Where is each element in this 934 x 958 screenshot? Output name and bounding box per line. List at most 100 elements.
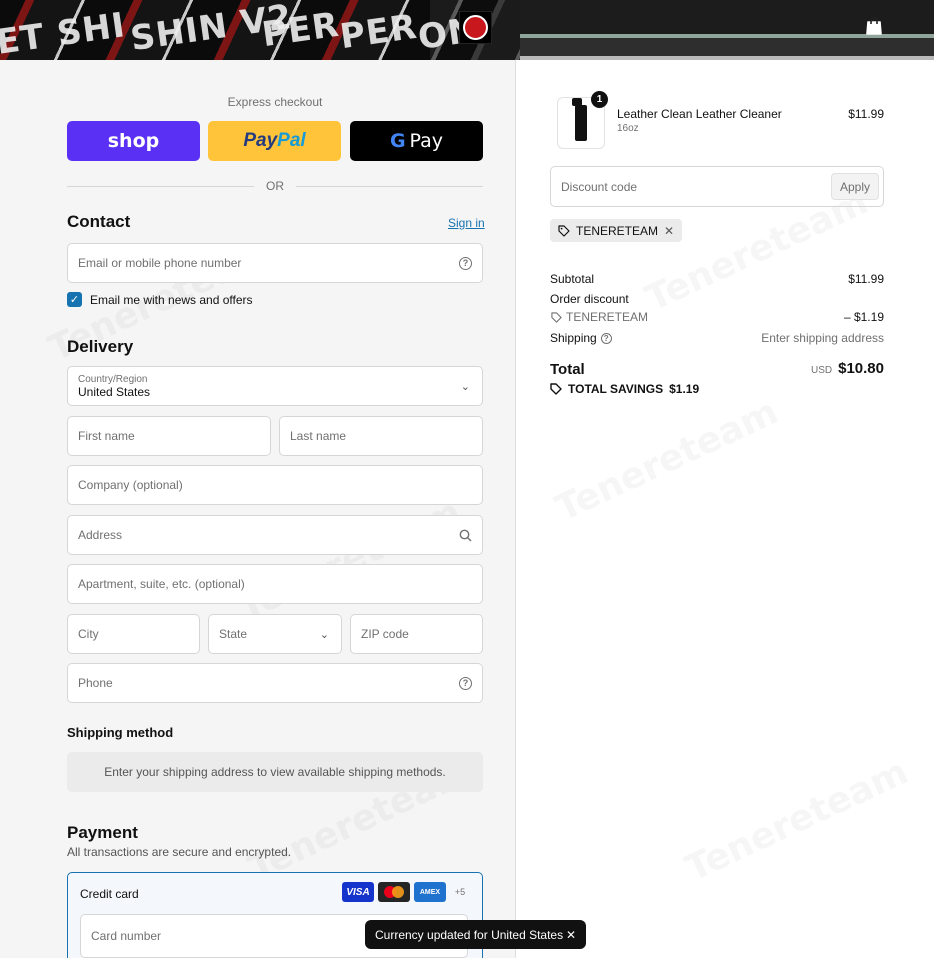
zip-placeholder: ZIP code — [361, 627, 409, 641]
payment-heading: Payment — [67, 823, 138, 842]
newsletter-checkbox-row[interactable]: ✓ Email me with news and offers — [67, 292, 253, 307]
subtotal-label: Subtotal — [550, 272, 595, 286]
currency-toast: Currency updated for United States ✕ — [365, 920, 586, 949]
help-icon[interactable]: ? — [459, 676, 472, 690]
company-placeholder: Company (optional) — [78, 478, 183, 492]
country-caption: Country/Region — [78, 373, 148, 385]
sign-in-link[interactable]: Sign in — [448, 216, 485, 230]
google-pay-label: Pay — [409, 130, 444, 152]
total-value: $10.80 — [838, 360, 884, 377]
savings-label: TOTAL SAVINGS — [568, 382, 664, 396]
search-icon — [459, 529, 472, 542]
checkout-form-column: Tenereteam Tenereteam Tenereteam Express… — [0, 60, 516, 958]
newsletter-checkbox[interactable]: ✓ — [67, 292, 82, 307]
savings-value: $1.19 — [669, 382, 700, 396]
subtotal-row: Subtotal $11.99 — [550, 272, 884, 286]
product-price: $11.99 — [848, 107, 884, 121]
discount-placeholder: Discount code — [561, 179, 638, 194]
toast-message: Currency updated for United States — [375, 927, 564, 942]
shop-pay-button[interactable]: shop — [67, 121, 200, 161]
total-amount: USD $10.80 — [811, 360, 884, 377]
product-variant: 16oz — [617, 123, 639, 134]
or-divider: OR — [67, 178, 483, 194]
mastercard-icon — [378, 882, 410, 902]
watermark: Tenereteam — [550, 391, 785, 530]
watermark: Tenereteam — [680, 751, 915, 890]
newsletter-label: Email me with news and offers — [90, 292, 253, 307]
country-select[interactable]: Country/Region United States ⌄ — [67, 366, 483, 406]
paypal-label: Pal — [277, 130, 306, 151]
close-icon[interactable]: ✕ — [566, 928, 576, 942]
apply-button[interactable]: Apply — [830, 173, 879, 200]
first-name-placeholder: First name — [78, 429, 135, 443]
or-label: OR — [266, 179, 284, 193]
discount-code-label: TENERETEAM — [566, 310, 649, 324]
remove-discount-icon[interactable]: ✕ — [664, 224, 674, 238]
address-field[interactable]: Address — [67, 515, 483, 555]
discount-code-row: TENERETEAM – $1.19 — [550, 310, 884, 324]
email-placeholder: Email or mobile phone number — [78, 256, 242, 270]
state-placeholder: State — [219, 627, 248, 641]
first-name-field[interactable]: First name — [67, 416, 271, 456]
phone-field[interactable]: Phone ? — [67, 663, 483, 703]
tag-icon — [550, 311, 562, 323]
paypal-label: Pay — [243, 130, 278, 151]
card-brands: VISA AMEX +5 — [342, 882, 470, 902]
address-placeholder: Address — [78, 528, 123, 542]
apartment-field[interactable]: Apartment, suite, etc. (optional) — [67, 564, 483, 604]
chevron-down-icon: ⌄ — [319, 629, 329, 641]
help-icon[interactable]: ? — [600, 332, 612, 344]
contact-heading: Contact — [67, 212, 131, 231]
payment-subtitle: All transactions are secure and encrypte… — [67, 845, 292, 859]
order-summary-column: Tenereteam Tenereteam Tenereteam 1 Leath… — [517, 60, 934, 958]
order-discount-row: Order discount — [550, 292, 884, 306]
google-pay-button[interactable]: G Pay — [350, 121, 483, 161]
total-label: Total — [550, 361, 585, 378]
subtotal-value: $11.99 — [848, 272, 884, 286]
shipping-method-note: Enter your shipping address to view avai… — [67, 752, 483, 792]
city-field[interactable]: City — [67, 614, 200, 654]
discount-code-field[interactable]: Discount code Apply — [550, 166, 884, 207]
apartment-placeholder: Apartment, suite, etc. (optional) — [78, 577, 245, 591]
zip-field[interactable]: ZIP code — [350, 614, 483, 654]
city-placeholder: City — [78, 627, 99, 641]
store-logo-icon[interactable] — [459, 11, 492, 44]
header-banner: ET SHI SHIN V2 PER PER ON — [0, 0, 934, 60]
order-discount-label: Order discount — [550, 292, 629, 306]
last-name-placeholder: Last name — [290, 429, 347, 443]
shipping-row: Shipping? Enter shipping address — [550, 331, 884, 345]
total-savings: TOTAL SAVINGS $1.19 — [550, 382, 699, 396]
tag-icon — [550, 383, 562, 395]
card-number-placeholder: Card number — [91, 929, 162, 943]
credit-card-label: Credit card — [80, 887, 139, 901]
visa-icon: VISA — [342, 882, 374, 902]
more-cards-count: +5 — [454, 887, 466, 897]
discount-value: – $1.19 — [843, 310, 884, 324]
amex-icon: AMEX — [414, 882, 446, 902]
paypal-button[interactable]: Pay Pal — [208, 121, 341, 161]
shipping-method-heading: Shipping method — [67, 725, 174, 740]
applied-discount-chip: TENERETEAM ✕ — [550, 219, 683, 242]
help-icon[interactable]: ? — [459, 256, 472, 270]
product-bottle-image — [572, 98, 587, 141]
shipping-value: Enter shipping address — [761, 331, 884, 345]
country-value: United States — [78, 384, 151, 399]
chevron-down-icon: ⌄ — [460, 381, 470, 393]
watermark: Tenereteam — [233, 491, 468, 630]
phone-placeholder: Phone — [78, 676, 113, 690]
delivery-heading: Delivery — [67, 337, 134, 356]
shop-pay-label: shop — [107, 130, 160, 152]
state-select[interactable]: State ⌄ — [208, 614, 342, 654]
shipping-label: Shipping — [550, 331, 597, 345]
currency-code: USD — [810, 365, 833, 376]
company-field[interactable]: Company (optional) — [67, 465, 483, 505]
tag-icon — [558, 224, 570, 237]
applied-code: TENERETEAM — [576, 223, 659, 238]
last-name-field[interactable]: Last name — [279, 416, 483, 456]
google-g-icon: G — [389, 130, 406, 152]
quantity-badge: 1 — [591, 91, 608, 108]
shopping-bag-icon[interactable] — [863, 15, 885, 37]
email-field[interactable]: Email or mobile phone number ? — [67, 243, 483, 283]
product-name: Leather Clean Leather Cleaner — [617, 107, 782, 121]
express-checkout-title: Express checkout — [227, 95, 323, 109]
